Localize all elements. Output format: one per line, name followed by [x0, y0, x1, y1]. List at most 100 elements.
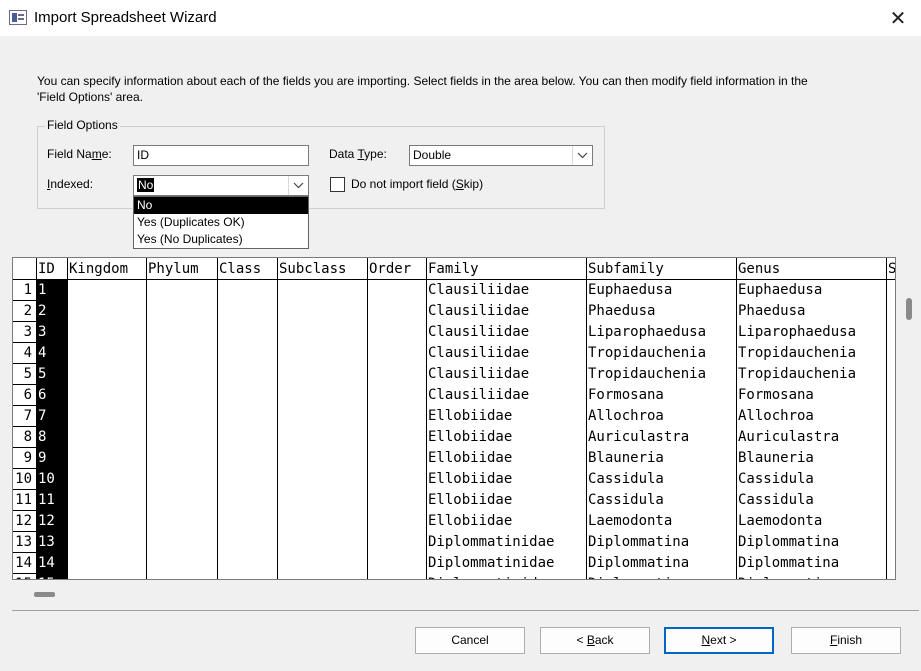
family-cell: Clausiliidae [428, 345, 530, 361]
genus-cell: Auriculastra [738, 429, 840, 445]
row-number[interactable]: 14 [13, 553, 37, 574]
separator [12, 610, 919, 611]
subfamily-cell: Blauneria [588, 450, 664, 466]
column-header[interactable]: ID [37, 258, 68, 280]
family-cell: Ellobiidae [428, 492, 513, 508]
field-name-input[interactable]: ID [133, 145, 309, 166]
cancel-button[interactable]: Cancel [415, 627, 525, 654]
row-number[interactable]: 5 [13, 364, 37, 385]
field-options-legend: Field Options [45, 118, 120, 132]
column-header[interactable]: Class [218, 258, 278, 280]
row-number[interactable]: 8 [13, 427, 37, 448]
genus-cell: Blauneria [738, 450, 814, 466]
column-divider [217, 280, 218, 579]
row-number[interactable]: 11 [13, 490, 37, 511]
column-divider [277, 280, 278, 579]
genus-cell: Cassidula [738, 492, 814, 508]
family-cell: Ellobiidae [428, 450, 513, 466]
indexed-select[interactable]: No [133, 175, 309, 196]
family-cell: Diplommatinidae [428, 555, 555, 571]
subfamily-cell: Diplommatina [588, 534, 690, 550]
table-wizard-icon [9, 10, 27, 25]
genus-cell: Tropidauchenia [738, 366, 857, 382]
family-cell: Diplommatinidae [428, 534, 555, 550]
genus-cell: Laemodonta [738, 513, 823, 529]
subfamily-cell: Allochroa [588, 408, 664, 424]
next-button[interactable]: Next > [664, 627, 774, 654]
subfamily-cell: Tropidauchenia [588, 366, 707, 382]
id-cell: 7 [38, 408, 47, 424]
id-cell: 5 [38, 366, 47, 382]
family-cell: Ellobiidae [428, 408, 513, 424]
subfamily-cell: Liparophaedusa [588, 324, 707, 340]
genus-cell: Euphaedusa [738, 282, 823, 298]
family-cell: Ellobiidae [428, 513, 513, 529]
row-number[interactable]: 6 [13, 385, 37, 406]
column-header[interactable]: S [887, 258, 895, 280]
indexed-label: Indexed: [47, 177, 94, 191]
genus-cell: Liparophaedusa [738, 324, 857, 340]
chevron-down-icon [572, 146, 592, 165]
close-icon: ✕ [889, 7, 907, 30]
column-header[interactable]: Order [368, 258, 427, 280]
genus-cell: Allochroa [738, 408, 814, 424]
id-cell: 1 [38, 282, 47, 298]
indexed-dropdown-list: No Yes (Duplicates OK) Yes (No Duplicate… [133, 196, 309, 249]
column-header[interactable]: Family [427, 258, 587, 280]
data-type-label: Data Type: [329, 147, 387, 161]
indexed-option-yes-no-duplicates[interactable]: Yes (No Duplicates) [134, 231, 308, 248]
row-number[interactable]: 3 [13, 322, 37, 343]
row-number[interactable]: 1 [13, 280, 37, 301]
subfamily-cell: Phaedusa [588, 303, 656, 319]
skip-field-checkbox[interactable] [330, 177, 345, 192]
row-number[interactable]: 4 [13, 343, 37, 364]
column-header[interactable]: Phylum [147, 258, 218, 280]
column-header[interactable]: Genus [737, 258, 887, 280]
subfamily-cell: Cassidula [588, 492, 664, 508]
window-title: Import Spreadsheet Wizard [34, 9, 217, 26]
genus-cell: Diplommatina [738, 534, 840, 550]
genus-cell: Tropidauchenia [738, 345, 857, 361]
data-type-select[interactable]: Double [409, 145, 593, 166]
id-cell: 11 [38, 492, 55, 508]
subfamily-cell: Diplommatina [587, 574, 737, 579]
column-header[interactable]: Kingdom [68, 258, 147, 280]
subfamily-cell: Laemodonta [588, 513, 673, 529]
row-number[interactable]: 12 [13, 511, 37, 532]
row-number[interactable]: 13 [13, 532, 37, 553]
field-name-label: Field Name: [47, 147, 112, 161]
id-cell: 12 [38, 513, 55, 529]
column-divider [146, 280, 147, 579]
skip-field-label[interactable]: Do not import field (Skip) [351, 177, 483, 191]
chevron-down-icon [288, 176, 308, 195]
row-number[interactable]: 2 [13, 301, 37, 322]
indexed-option-yes-duplicates-ok[interactable]: Yes (Duplicates OK) [134, 214, 308, 231]
horizontal-scrollbar-thumb[interactable] [34, 592, 55, 597]
id-cell: 15 [37, 574, 68, 579]
id-cell: 9 [38, 450, 47, 466]
family-cell: Clausiliidae [428, 303, 530, 319]
id-cell: 8 [38, 429, 47, 445]
data-preview-grid[interactable]: ID Kingdom Phylum Class Subclass Order Family S… [12, 257, 896, 580]
back-button[interactable]: < Back [540, 627, 650, 654]
subfamily-cell: Cassidula [588, 471, 664, 487]
grid-corner [13, 258, 37, 280]
genus-cell: Phaedusa [738, 303, 806, 319]
column-header[interactable]: Subclass [278, 258, 368, 280]
vertical-scrollbar-thumb[interactable] [906, 298, 912, 320]
id-cell: 6 [38, 387, 47, 403]
column-divider [367, 280, 368, 579]
genus-cell: Diplommatina [737, 574, 887, 579]
finish-button[interactable]: Finish [791, 627, 901, 654]
family-cell: Clausiliidae [428, 366, 530, 382]
row-number[interactable]: 9 [13, 448, 37, 469]
row-number[interactable]: 10 [13, 469, 37, 490]
row-number[interactable]: 7 [13, 406, 37, 427]
family-cell: Clausiliidae [428, 387, 530, 403]
indexed-option-no[interactable]: No [134, 197, 308, 214]
row-number[interactable]: 15 [13, 574, 37, 579]
id-cell: 14 [38, 555, 55, 571]
column-header[interactable]: Subfamily [587, 258, 737, 280]
close-button[interactable]: ✕ [875, 0, 921, 36]
subfamily-cell: Formosana [588, 387, 664, 403]
